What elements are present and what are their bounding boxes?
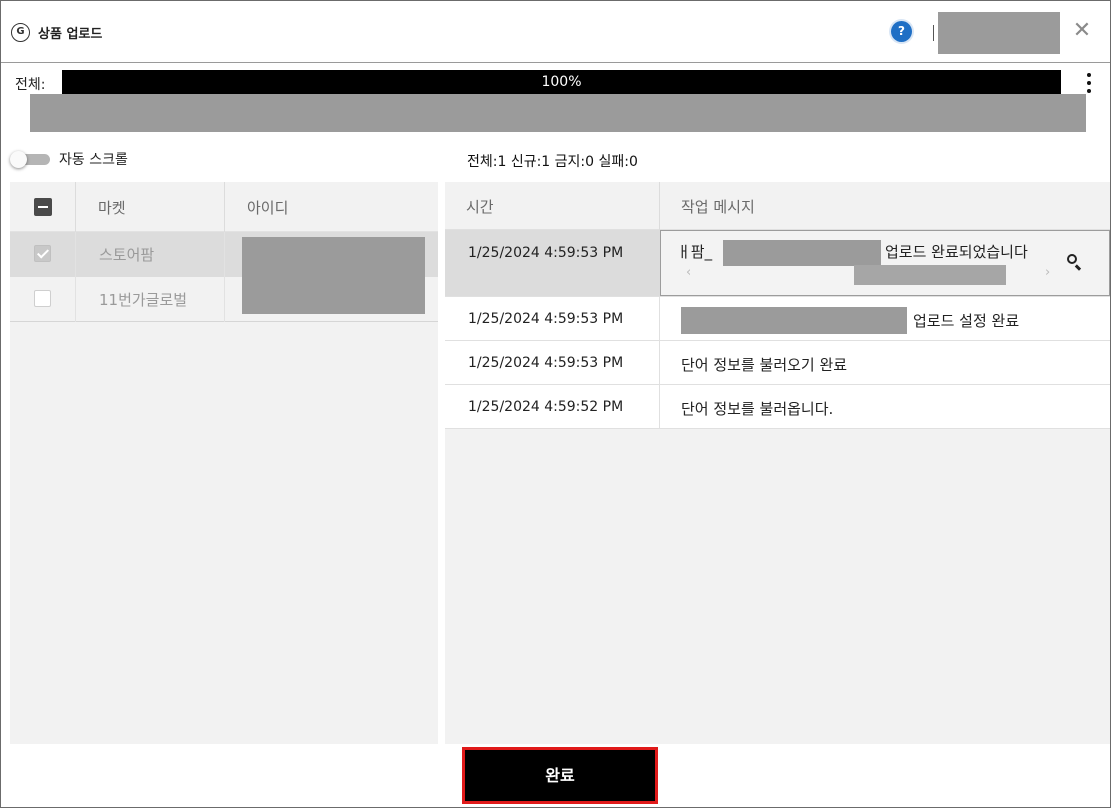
log-message: 업로드 완료되었습니다: [885, 243, 1028, 261]
market-name: 11번가글로벌: [99, 291, 188, 309]
table-row[interactable]: 1/25/2024 4:59:53 PM 단어 정보를 불러오기 완료: [445, 341, 1110, 385]
horizontal-scrollbar-thumb[interactable]: [854, 265, 1006, 285]
log-time: 1/25/2024 4:59:53 PM: [468, 355, 624, 371]
table-row[interactable]: 1/25/2024 4:59:52 PM 단어 정보를 불러옵니다.: [445, 385, 1110, 429]
toggle-knob: [10, 151, 27, 168]
message-cell-editor[interactable]: ㅐ팜_ 업로드 완료되었습니다 ‹ ›: [660, 230, 1110, 296]
log-message: 업로드 설정 완료: [913, 312, 1020, 330]
redacted-account-ids: [242, 237, 425, 314]
overall-progress-bar: 100%: [62, 70, 1061, 94]
dialog-title: 상품 업로드: [38, 27, 103, 42]
market-table-header: 마켓 아이디: [10, 182, 438, 232]
log-time: 1/25/2024 4:59:53 PM: [468, 311, 624, 327]
log-message: 단어 정보를 불러오기 완료: [681, 356, 848, 374]
log-message: 단어 정보를 불러옵니다.: [681, 400, 834, 418]
progress-percent: 100%: [541, 74, 582, 90]
overall-progress-label: 전체:: [15, 77, 46, 93]
time-column-header[interactable]: 시간: [466, 196, 494, 217]
market-name: 스토어팜: [99, 246, 155, 264]
auto-scroll-label: 자동 스크롤: [59, 152, 128, 168]
scroll-right-icon[interactable]: ›: [1045, 265, 1050, 280]
scroll-left-icon[interactable]: ‹: [686, 265, 691, 280]
auto-scroll-toggle[interactable]: [10, 151, 50, 168]
redacted-user-area: [938, 12, 1060, 54]
id-column-header[interactable]: 아이디: [247, 197, 288, 218]
table-row[interactable]: 1/25/2024 4:59:53 PM 업로드 설정 완료: [445, 297, 1110, 341]
close-icon[interactable]: ✕: [1071, 18, 1093, 44]
market-column-header[interactable]: 마켓: [98, 197, 126, 218]
market-checkbox[interactable]: [34, 290, 51, 307]
upload-stats: 전체:1 신규:1 금지:0 실패:0: [467, 154, 638, 170]
redacted-product-name: [681, 307, 907, 334]
log-panel: 시간 작업 메시지 1/25/2024 4:59:53 PM ㅐ팜_ 업로드 완…: [445, 182, 1110, 744]
message-fragment: ㅐ팜_: [677, 243, 713, 261]
app-logo-icon: G: [11, 23, 30, 42]
help-icon[interactable]: ?: [891, 21, 912, 42]
log-table-header: 시간 작업 메시지: [445, 182, 1110, 230]
select-all-checkbox[interactable]: [34, 198, 52, 216]
title-bar: G 상품 업로드 ? ✕: [1, 1, 1110, 63]
message-column-header[interactable]: 작업 메시지: [681, 196, 755, 217]
upload-dialog: G 상품 업로드 ? ✕ 전체: 100% 자동 스크롤 전체:1 신규:1 금…: [0, 0, 1111, 808]
done-button[interactable]: 완료: [462, 747, 658, 804]
table-row[interactable]: 1/25/2024 4:59:53 PM ㅐ팜_ 업로드 완료되었습니다 ‹ ›: [445, 230, 1110, 297]
redacted-product-name: [723, 240, 881, 266]
log-time: 1/25/2024 4:59:52 PM: [468, 399, 624, 415]
title-separator: [933, 25, 934, 41]
search-icon[interactable]: [1067, 254, 1083, 271]
kebab-menu-icon[interactable]: [1081, 70, 1097, 96]
log-time: 1/25/2024 4:59:53 PM: [468, 245, 624, 261]
market-checkbox[interactable]: [34, 245, 51, 262]
redacted-status-banner: [30, 94, 1086, 132]
